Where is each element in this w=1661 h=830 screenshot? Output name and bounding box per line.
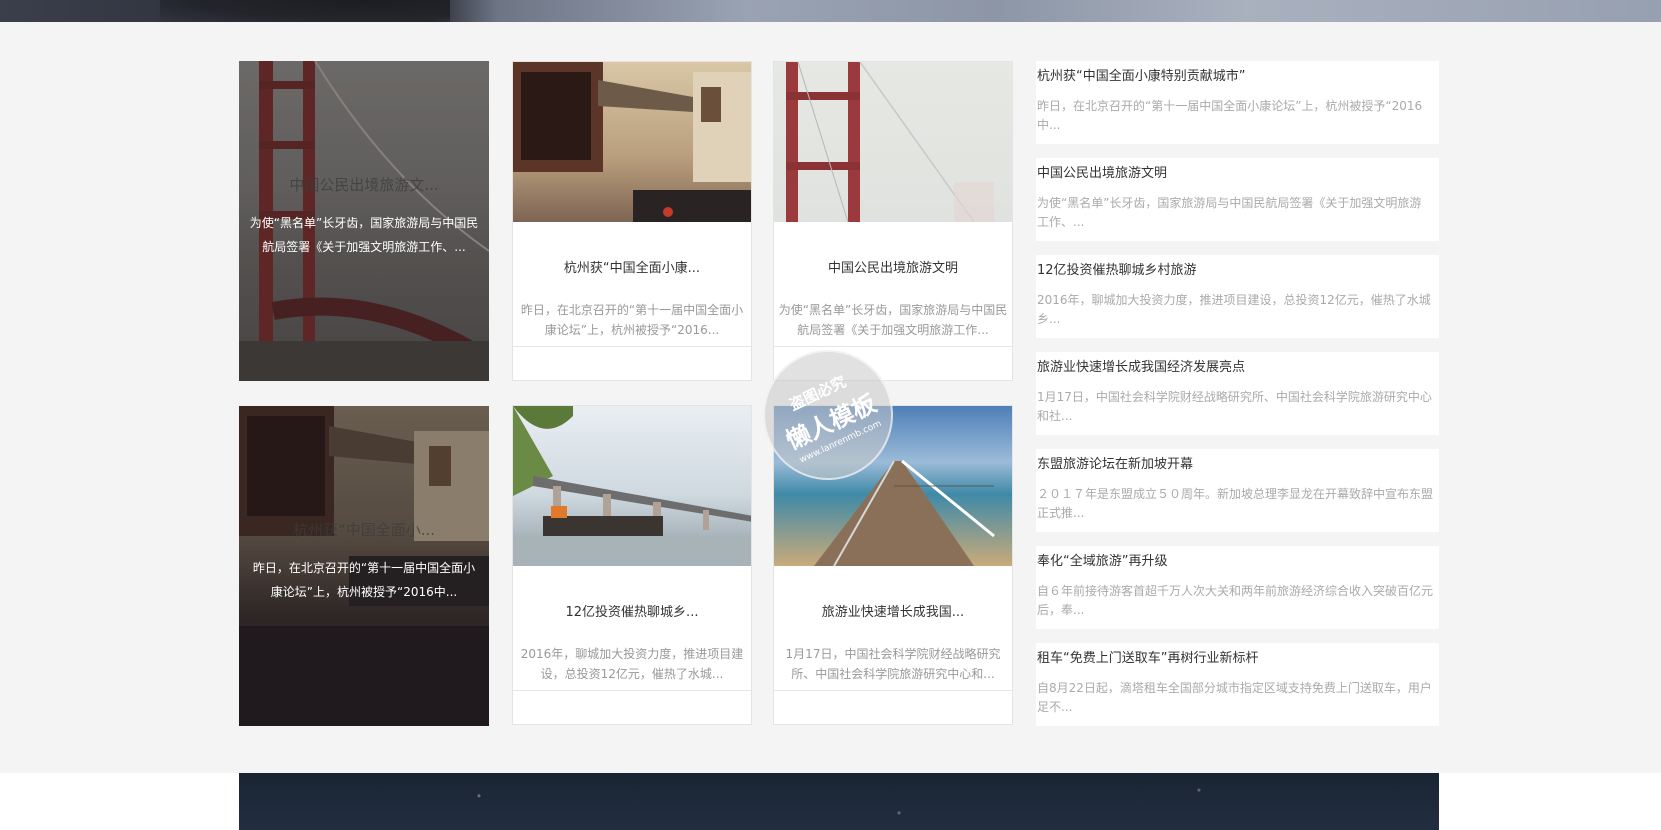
card-title[interactable]: 旅游业快速增长成我国... xyxy=(774,601,1012,620)
news-desc: 为使“黑名单”长牙齿，国家旅游局与中国民航局签署《关于加强文明旅游工作、... xyxy=(1037,196,1422,229)
card-overlay-desc: 昨日，在北京召开的“第十一届中国全面小康论坛”上，杭州被授予“2016中... xyxy=(252,561,476,599)
news-desc: ２０１７年是东盟成立５０周年。新加坡总理李显龙在开幕致辞中宣布东盟正式推... xyxy=(1037,487,1434,520)
news-list-item[interactable]: 奉化“全域旅游”再升级 自６年前接待游客首超千万人次大关和两年前旅游经济综合收入… xyxy=(1036,546,1439,629)
card-ghost-title: 中国公民出境旅游文... xyxy=(289,176,439,194)
news-title[interactable]: 旅游业快速增长成我国经济发展亮点 xyxy=(1037,360,1433,376)
bottom-banner-image xyxy=(239,773,1439,830)
news-title[interactable]: 12亿投资催热聊城乡村旅游 xyxy=(1037,263,1433,279)
card-title[interactable]: 中国公民出境旅游文明 xyxy=(774,257,1012,276)
card-title[interactable]: 12亿投资催热聊城乡... xyxy=(513,601,751,620)
card-overlay-desc: 为使“黑名单”长牙齿，国家旅游局与中国民航局签署《关于加强文明旅游工作、... xyxy=(249,216,479,254)
water-town-thumbnail xyxy=(513,62,751,222)
news-list-item[interactable]: 旅游业快速增长成我国经济发展亮点 1月17日，中国社会科学院财经战略研究所、中国… xyxy=(1036,352,1439,435)
top-banner-image xyxy=(0,0,1661,22)
news-list-item[interactable]: 12亿投资催热聊城乡村旅游 2016年，聊城加大投资力度，推进项目建设，总投资1… xyxy=(1036,255,1439,338)
news-title[interactable]: 中国公民出境旅游文明 xyxy=(1037,166,1433,182)
banner-dark-shape xyxy=(160,0,450,22)
news-list-item[interactable]: 中国公民出境旅游文明 为使“黑名单”长牙齿，国家旅游局与中国民航局签署《关于加强… xyxy=(1036,158,1439,241)
news-desc: 昨日，在北京召开的“第十一届中国全面小康论坛”上，杭州被授予“2016中... xyxy=(1037,99,1423,132)
news-list-item[interactable]: 杭州获“中国全面小康特别贡献城市” 昨日，在北京召开的“第十一届中国全面小康论坛… xyxy=(1036,61,1439,144)
card-divider xyxy=(513,690,751,691)
card-title[interactable]: 杭州获“中国全面小康... xyxy=(513,257,751,276)
card-divider xyxy=(513,346,751,347)
news-list-item[interactable]: 租车“免费上门送取车”再树行业新标杆 自8月22日起，滴塔租车全国部分城市指定区… xyxy=(1036,643,1439,726)
news-card[interactable]: 12亿投资催热聊城乡... 2016年，聊城加大投资力度，推进项目建设，总投资1… xyxy=(512,405,752,725)
news-card[interactable]: 中国公民出境旅游文明 为使“黑名单”长牙齿，国家旅游局与中国民航局签署《关于加强… xyxy=(773,61,1013,381)
news-desc: 自６年前接待游客首超千万人次大关和两年前旅游经济综合收入突破百亿元后，奉... xyxy=(1037,584,1434,617)
news-title[interactable]: 东盟旅游论坛在新加坡开幕 xyxy=(1037,457,1433,473)
news-card-overlay[interactable]: 中国公民出境旅游文... 为使“黑名单”长牙齿，国家旅游局与中国民航局签署《关于… xyxy=(239,61,489,381)
news-title[interactable]: 杭州获“中国全面小康特别贡献城市” xyxy=(1037,69,1433,85)
news-desc: 2016年，聊城加大投资力度，推进项目建设，总投资12亿元，催热了水城乡... xyxy=(1037,293,1431,326)
news-desc: 自8月22日起，滴塔租车全国部分城市指定区域支持免费上门送取车，用户足不... xyxy=(1037,681,1432,714)
river-bridge-thumbnail xyxy=(513,406,751,566)
news-desc: 1月17日，中国社会科学院财经战略研究所、中国社会科学院旅游研究中心和社... xyxy=(1037,390,1432,423)
news-card[interactable]: 杭州获“中国全面小康... 昨日，在北京召开的“第十一届中国全面小康论坛”上，杭… xyxy=(512,61,752,381)
card-ghost-title: 杭州获“中国全面小... xyxy=(292,521,436,539)
news-card-overlay[interactable]: 杭州获“中国全面小... 昨日，在北京召开的“第十一届中国全面小康论坛”上，杭州… xyxy=(239,406,489,726)
bridge-thumbnail xyxy=(774,62,1012,222)
news-title[interactable]: 奉化“全域旅游”再升级 xyxy=(1037,554,1433,570)
card-divider xyxy=(774,690,1012,691)
card-divider xyxy=(774,346,1012,347)
news-title[interactable]: 租车“免费上门送取车”再树行业新标杆 xyxy=(1037,651,1433,667)
card-desc: 1月17日，中国社会科学院财经战略研究所、中国社会科学院旅游研究中心和... xyxy=(785,647,1001,681)
card-desc: 为使“黑名单”长牙齿，国家旅游局与中国民航局签署《关于加强文明旅游工作... xyxy=(778,303,1008,337)
news-list-item[interactable]: 东盟旅游论坛在新加坡开幕 ２０１７年是东盟成立５０周年。新加坡总理李显龙在开幕致… xyxy=(1036,449,1439,532)
card-desc: 昨日，在北京召开的“第十一届中国全面小康论坛”上，杭州被授予“2016... xyxy=(520,303,744,337)
card-desc: 2016年，聊城加大投资力度，推进项目建设，总投资12亿元，催热了水城... xyxy=(520,647,744,681)
